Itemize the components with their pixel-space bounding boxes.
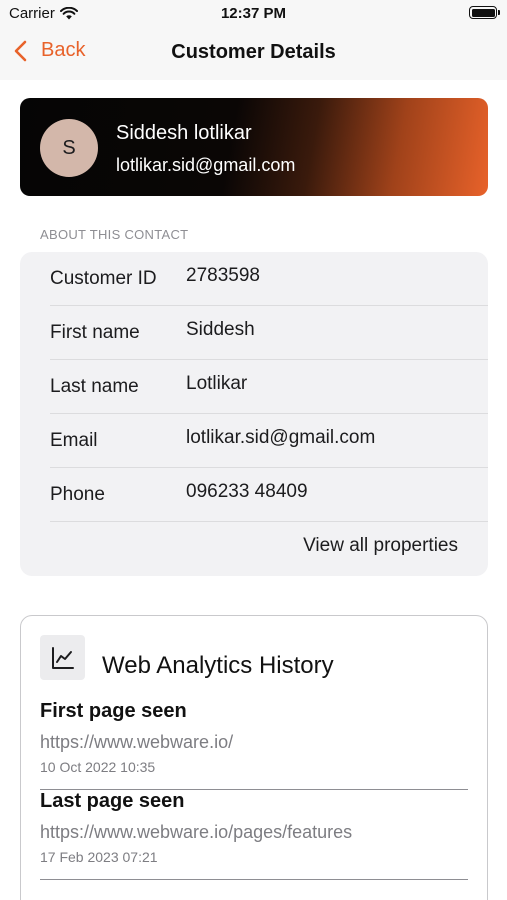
info-value: Siddesh (186, 319, 255, 340)
contact-info-card: Customer ID 2783598 First name Siddesh L… (20, 252, 488, 576)
info-row-customer-id: Customer ID 2783598 (50, 252, 488, 306)
battery-icon (469, 6, 500, 19)
status-time: 12:37 PM (220, 5, 287, 22)
info-row-first-name: First name Siddesh (50, 306, 488, 360)
info-label: Email (50, 430, 98, 451)
web-analytics-card: Web Analytics History First page seen ht… (20, 615, 488, 900)
info-value: 2783598 (186, 265, 260, 286)
section-header-about: ABOUT THIS CONTACT (40, 227, 189, 242)
page-title: Customer Details (171, 41, 336, 63)
info-row-last-name: Last name Lotlikar (50, 360, 488, 414)
info-value: Lotlikar (186, 373, 248, 394)
page-date: 10 Oct 2022 10:35 (40, 759, 156, 775)
page-url: https://www.webware.io/ (40, 732, 234, 752)
last-page-seen: Last page seen https://www.webware.io/pa… (40, 790, 468, 880)
status-bar: Carrier 12:37 PM (0, 0, 507, 30)
profile-email: lotlikar.sid@gmail.com (116, 155, 296, 175)
page-heading: First page seen (40, 700, 187, 722)
page-url: https://www.webware.io/pages/features (40, 822, 353, 842)
profile-card: S Siddesh lotlikar lotlikar.sid@gmail.co… (20, 98, 488, 196)
page-heading: Last page seen (40, 790, 185, 812)
analytics-title: Web Analytics History (102, 652, 334, 679)
info-row-phone: Phone 096233 48409 (50, 468, 488, 522)
info-label: Customer ID (50, 268, 157, 289)
view-all-properties-button[interactable]: View all properties (303, 535, 458, 557)
info-label: First name (50, 322, 140, 343)
top-bar: Carrier 12:37 PM Back Customer Details (0, 0, 507, 80)
line-chart-icon (40, 635, 85, 680)
first-page-seen: First page seen https://www.webware.io/ … (40, 700, 468, 790)
profile-name: Siddesh lotlikar (116, 122, 252, 144)
navigation-bar: Back Customer Details (0, 30, 507, 80)
info-label: Phone (50, 484, 105, 505)
info-value: 096233 48409 (186, 481, 308, 502)
info-value: lotlikar.sid@gmail.com (186, 427, 376, 448)
avatar: S (40, 119, 98, 177)
page-date: 17 Feb 2023 07:21 (40, 849, 158, 865)
info-row-email: Email lotlikar.sid@gmail.com (50, 414, 488, 468)
info-label: Last name (50, 376, 139, 397)
